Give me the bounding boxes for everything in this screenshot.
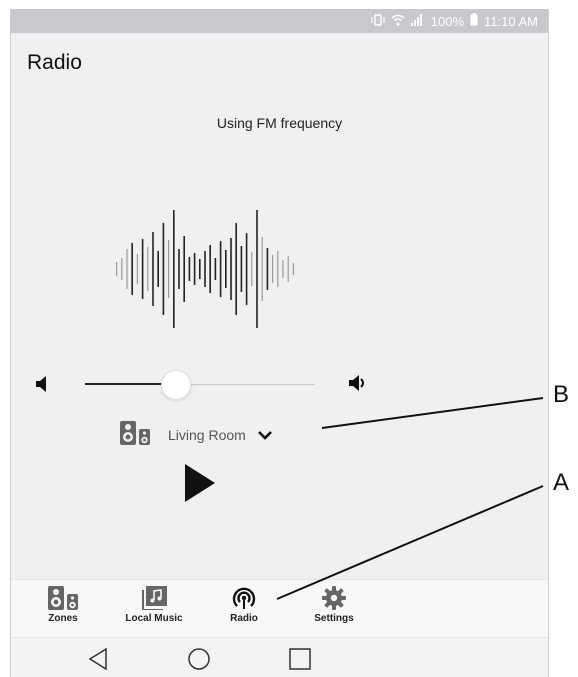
callout-line-a xyxy=(276,485,544,600)
callout-line-b xyxy=(321,397,544,429)
callout-lines xyxy=(276,397,544,600)
callout-label-b: B xyxy=(553,381,570,408)
callout-label-a: A xyxy=(553,469,570,496)
